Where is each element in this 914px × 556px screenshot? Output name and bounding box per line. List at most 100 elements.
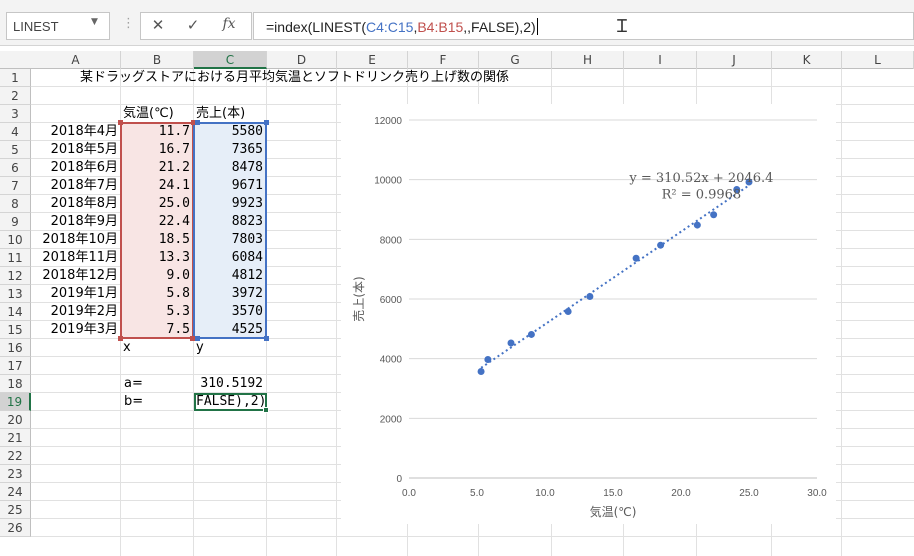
column-header-l[interactable]: L (842, 51, 914, 69)
cell-c7[interactable]: 9671 (194, 177, 267, 195)
cell-a8[interactable]: 2018年8月 (31, 195, 121, 213)
cell-a6[interactable]: 2018年6月 (31, 159, 121, 177)
column-header-h[interactable]: H (552, 51, 624, 69)
row-header-6[interactable]: 6 (0, 159, 31, 177)
cell-c3[interactable]: 売上(本) (194, 105, 267, 123)
column-header-b[interactable]: B (121, 51, 194, 69)
cell-a12[interactable]: 2018年12月 (31, 267, 121, 285)
cell-a13[interactable]: 2019年1月 (31, 285, 121, 303)
row-header-14[interactable]: 14 (0, 303, 31, 321)
cell-b9[interactable]: 22.4 (121, 213, 194, 231)
cell-c15[interactable]: 4525 (194, 321, 267, 339)
cell-c14[interactable]: 3570 (194, 303, 267, 321)
cell-c6[interactable]: 8478 (194, 159, 267, 177)
cell-c19[interactable]: FALSE),2) (194, 393, 267, 411)
cell-a5[interactable]: 2018年5月 (31, 141, 121, 159)
row-header-1[interactable]: 1 (0, 69, 31, 87)
row-header-26[interactable]: 26 (0, 519, 31, 537)
cell-a15[interactable]: 2019年3月 (31, 321, 121, 339)
cell-c16[interactable]: y (194, 339, 267, 357)
row-header-23[interactable]: 23 (0, 465, 31, 483)
cell-a14[interactable]: 2019年2月 (31, 303, 121, 321)
cell-a10[interactable]: 2018年10月 (31, 231, 121, 249)
column-header-a[interactable]: A (31, 51, 121, 69)
cell-a9[interactable]: 2018年9月 (31, 213, 121, 231)
cell-c13[interactable]: 3972 (194, 285, 267, 303)
row-header-5[interactable]: 5 (0, 141, 31, 159)
data-point[interactable] (507, 339, 515, 347)
formula-input[interactable]: =index(LINEST(C4:C15,B4:B15,,FALSE),2) (253, 12, 914, 40)
data-point[interactable] (710, 211, 718, 219)
check-icon[interactable]: ✓ (178, 13, 208, 39)
cell-c5[interactable]: 7365 (194, 141, 267, 159)
row-header-22[interactable]: 22 (0, 447, 31, 465)
row-header-13[interactable]: 13 (0, 285, 31, 303)
data-point[interactable] (564, 308, 572, 316)
cell-b14[interactable]: 5.3 (121, 303, 194, 321)
cell-b6[interactable]: 21.2 (121, 159, 194, 177)
cell-a7[interactable]: 2018年7月 (31, 177, 121, 195)
cell-c10[interactable]: 7803 (194, 231, 267, 249)
data-point[interactable] (693, 221, 701, 229)
data-point[interactable] (477, 367, 485, 375)
cell-b19[interactable]: b= (121, 393, 194, 411)
data-point[interactable] (632, 254, 640, 262)
cell-b8[interactable]: 25.0 (121, 195, 194, 213)
row-header-3[interactable]: 3 (0, 105, 31, 123)
row-header-17[interactable]: 17 (0, 357, 31, 375)
column-header-i[interactable]: I (624, 51, 697, 69)
cell-b7[interactable]: 24.1 (121, 177, 194, 195)
cell-b1[interactable]: 某ドラッグストアにおける月平均気温とソフトドリンク売り上げ数の関係 (80, 69, 680, 87)
cell-c4[interactable]: 5580 (194, 123, 267, 141)
row-header-4[interactable]: 4 (0, 123, 31, 141)
row-header-15[interactable]: 15 (0, 321, 31, 339)
column-header-j[interactable]: J (697, 51, 772, 69)
row-header-18[interactable]: 18 (0, 375, 31, 393)
cell-b12[interactable]: 9.0 (121, 267, 194, 285)
cell-b18[interactable]: a= (121, 375, 194, 393)
row-header-7[interactable]: 7 (0, 177, 31, 195)
row-header-11[interactable]: 11 (0, 249, 31, 267)
chevron-down-icon[interactable]: ▼ (91, 17, 98, 27)
row-header-20[interactable]: 20 (0, 411, 31, 429)
cell-b15[interactable]: 7.5 (121, 321, 194, 339)
column-header-f[interactable]: F (408, 51, 479, 69)
cell-c9[interactable]: 8823 (194, 213, 267, 231)
cell-a4[interactable]: 2018年4月 (31, 123, 121, 141)
column-header-c[interactable]: C (194, 51, 267, 69)
row-header-8[interactable]: 8 (0, 195, 31, 213)
cell-b11[interactable]: 13.3 (121, 249, 194, 267)
data-point[interactable] (586, 292, 594, 300)
column-header-g[interactable]: G (479, 51, 552, 69)
row-header-10[interactable]: 10 (0, 231, 31, 249)
cell-c8[interactable]: 9923 (194, 195, 267, 213)
cell-c12[interactable]: 4812 (194, 267, 267, 285)
row-header-19[interactable]: 19 (0, 393, 31, 411)
cell-a11[interactable]: 2018年11月 (31, 249, 121, 267)
cell-b5[interactable]: 16.7 (121, 141, 194, 159)
cell-b13[interactable]: 5.8 (121, 285, 194, 303)
cell-b4[interactable]: 11.7 (121, 123, 194, 141)
fill-handle[interactable] (263, 407, 269, 413)
column-header-d[interactable]: D (267, 51, 337, 69)
cell-c18[interactable]: 310.5192 (194, 375, 267, 393)
data-point[interactable] (484, 356, 492, 364)
data-point[interactable] (527, 330, 535, 338)
row-header-21[interactable]: 21 (0, 429, 31, 447)
row-header-9[interactable]: 9 (0, 213, 31, 231)
insert-function-button[interactable]: fx (214, 13, 244, 39)
column-header-e[interactable]: E (337, 51, 408, 69)
column-header-k[interactable]: K (772, 51, 842, 69)
row-header-24[interactable]: 24 (0, 483, 31, 501)
scatter-chart[interactable]: 0 2000 4000 6000 8000 10000 12000 0.0 5.0 10.0 15.… (341, 104, 836, 524)
row-header-25[interactable]: 25 (0, 501, 31, 519)
row-header-2[interactable]: 2 (0, 87, 31, 105)
data-point[interactable] (657, 241, 665, 249)
cell-b10[interactable]: 18.5 (121, 231, 194, 249)
close-icon[interactable]: ✕ (143, 13, 173, 39)
row-header-16[interactable]: 16 (0, 339, 31, 357)
cell-c11[interactable]: 6084 (194, 249, 267, 267)
cell-b16[interactable]: x (121, 339, 194, 357)
cell-b3[interactable]: 気温(℃) (121, 105, 194, 123)
row-header-12[interactable]: 12 (0, 267, 31, 285)
